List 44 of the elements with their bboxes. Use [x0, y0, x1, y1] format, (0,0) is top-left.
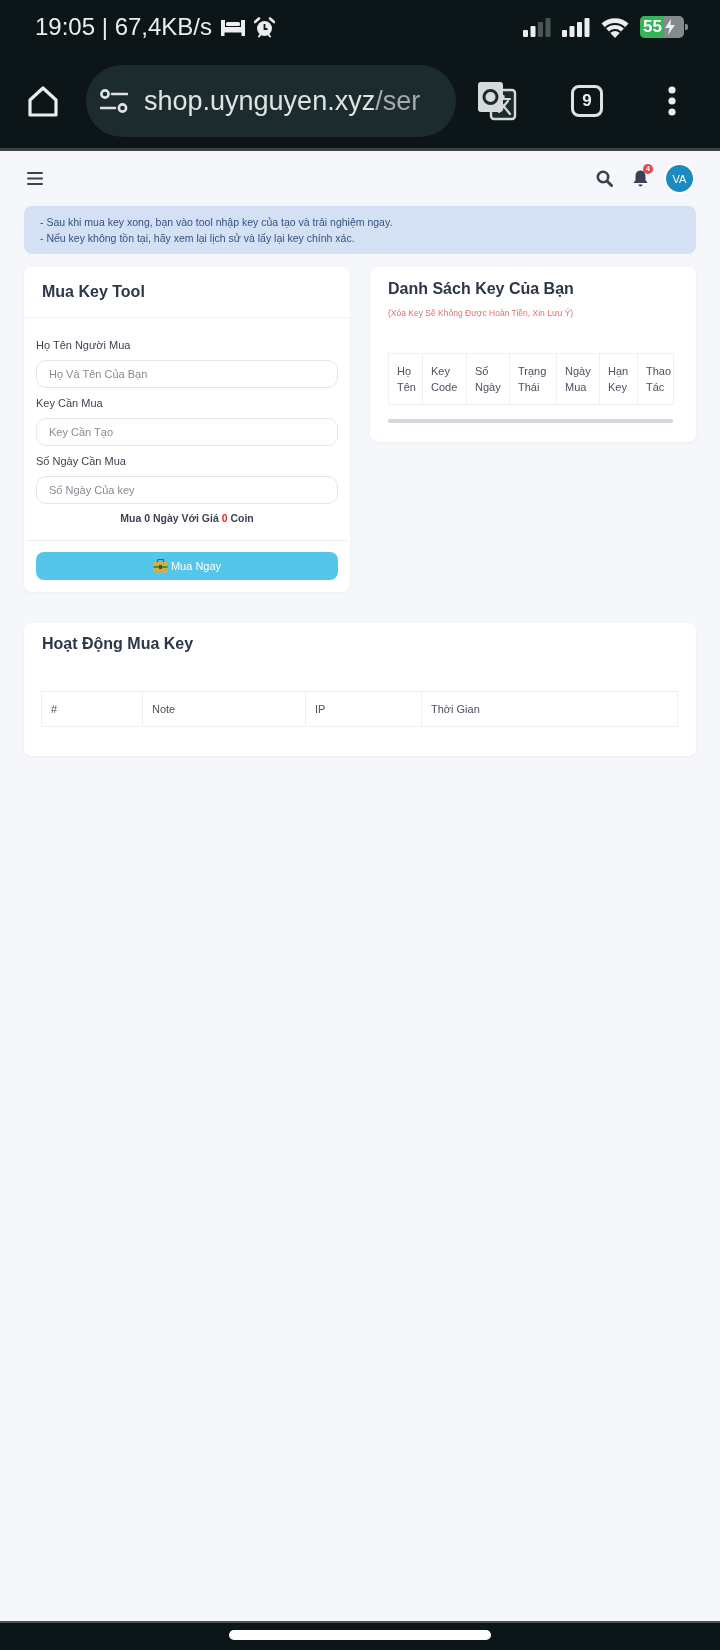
bell-icon[interactable] [633, 170, 648, 187]
field-label: Họ Tên Người Mua [36, 338, 132, 353]
url-text[interactable]: shop.uynguyen.xyz/ser [144, 85, 421, 117]
signal-icon [562, 17, 590, 37]
input-field[interactable]: Số Ngày Của key [36, 476, 338, 504]
toolbox-icon [152, 559, 168, 573]
column-header: Hạn Key [599, 353, 638, 405]
site-settings-icon[interactable] [100, 89, 128, 113]
home-icon[interactable] [26, 84, 60, 118]
alert-text: - Nếu key không tồn tại, hãy xem lại lịch sử và lấy lại key chính xác. [40, 231, 356, 246]
alert-text: - Sau khi mua key xong, bạn vào tool nhập key của tạo và trải nghiệm ngay. [40, 215, 394, 230]
input-field[interactable]: Key Cần Tạo [36, 418, 338, 446]
signal-icon [523, 17, 551, 37]
wifi-icon [601, 16, 629, 38]
translate-icon[interactable] [477, 81, 517, 121]
user-avatar[interactable]: VA [666, 165, 693, 192]
menu-icon[interactable] [27, 172, 43, 185]
column-header: Trạng Thái [509, 353, 557, 405]
warning-note: (Xóa Key Sẽ Không Được Hoàn Tiền, Xin Lưu Ý) [388, 307, 575, 319]
card-title: Mua Key Tool [42, 282, 145, 302]
address-bar[interactable]: shop.uynguyen.xyz/ser [86, 65, 456, 137]
more-options-icon[interactable] [668, 86, 676, 116]
column-header: IP [305, 691, 422, 727]
column-header: Số Ngày [466, 353, 510, 405]
column-header: Ngày Mua [556, 353, 600, 405]
horizontal-scrollbar[interactable] [388, 419, 673, 423]
alarm-icon [254, 16, 276, 38]
column-header: Key Code [422, 353, 467, 405]
search-icon[interactable] [596, 170, 613, 187]
price-summary: Mua 0 Ngày Với Giá 0 Coin [119, 511, 255, 526]
column-header: Note [142, 691, 306, 727]
status-time: 19:05 | 67,4KB/s [35, 13, 213, 41]
card-title: Danh Sách Key Của Bạn [388, 279, 575, 299]
card-title: Hoạt Động Mua Key [41, 634, 195, 654]
bed-icon [220, 18, 247, 36]
field-label: Key Cần Mua [36, 396, 104, 411]
field-label: Số Ngày Cần Mua [36, 454, 127, 469]
battery-percent: 55 [640, 16, 664, 38]
column-header: # [41, 691, 143, 727]
input-field[interactable]: Họ Và Tên Của Bạn [36, 360, 338, 388]
column-header: Họ Tên [388, 353, 423, 405]
tab-switcher-button[interactable]: 9 [571, 85, 603, 117]
column-header: Thời Gian [421, 691, 678, 727]
column-header: Thao Tác [637, 353, 674, 405]
